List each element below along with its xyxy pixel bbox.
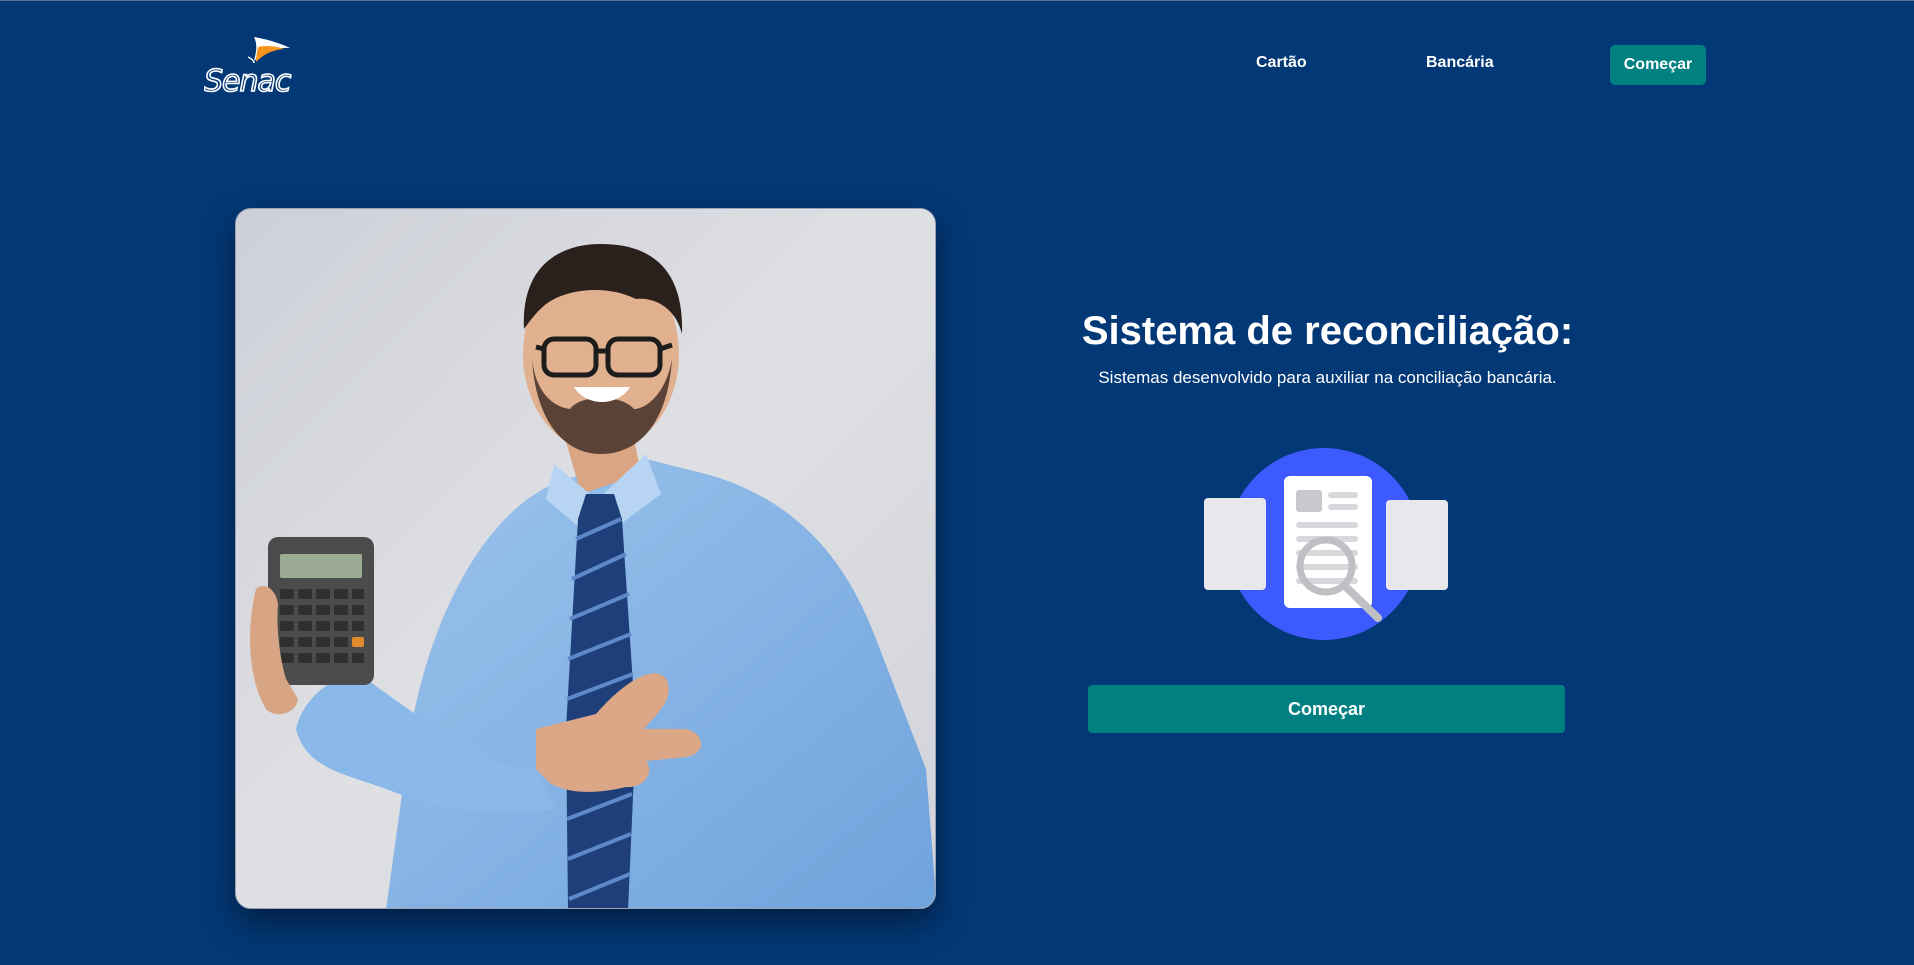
header-start-button[interactable]: Começar — [1610, 45, 1706, 85]
document-search-icon — [1200, 446, 1452, 642]
nav-link-bancaria[interactable]: Bancária — [1426, 54, 1494, 72]
hero-start-button[interactable]: Começar — [1088, 685, 1565, 733]
svg-text:Senac: Senac — [204, 64, 292, 97]
landing-page: Senac Cartão Bancária Começar Sistema de… — [0, 0, 1914, 965]
hero-title: Sistema de reconciliação: — [1081, 309, 1574, 353]
senac-logo[interactable]: Senac — [203, 33, 308, 100]
nav-link-cartao[interactable]: Cartão — [1256, 54, 1307, 72]
hero-subtitle: Sistemas desenvolvido para auxiliar na c… — [1098, 368, 1557, 387]
hero-photo — [235, 208, 936, 909]
